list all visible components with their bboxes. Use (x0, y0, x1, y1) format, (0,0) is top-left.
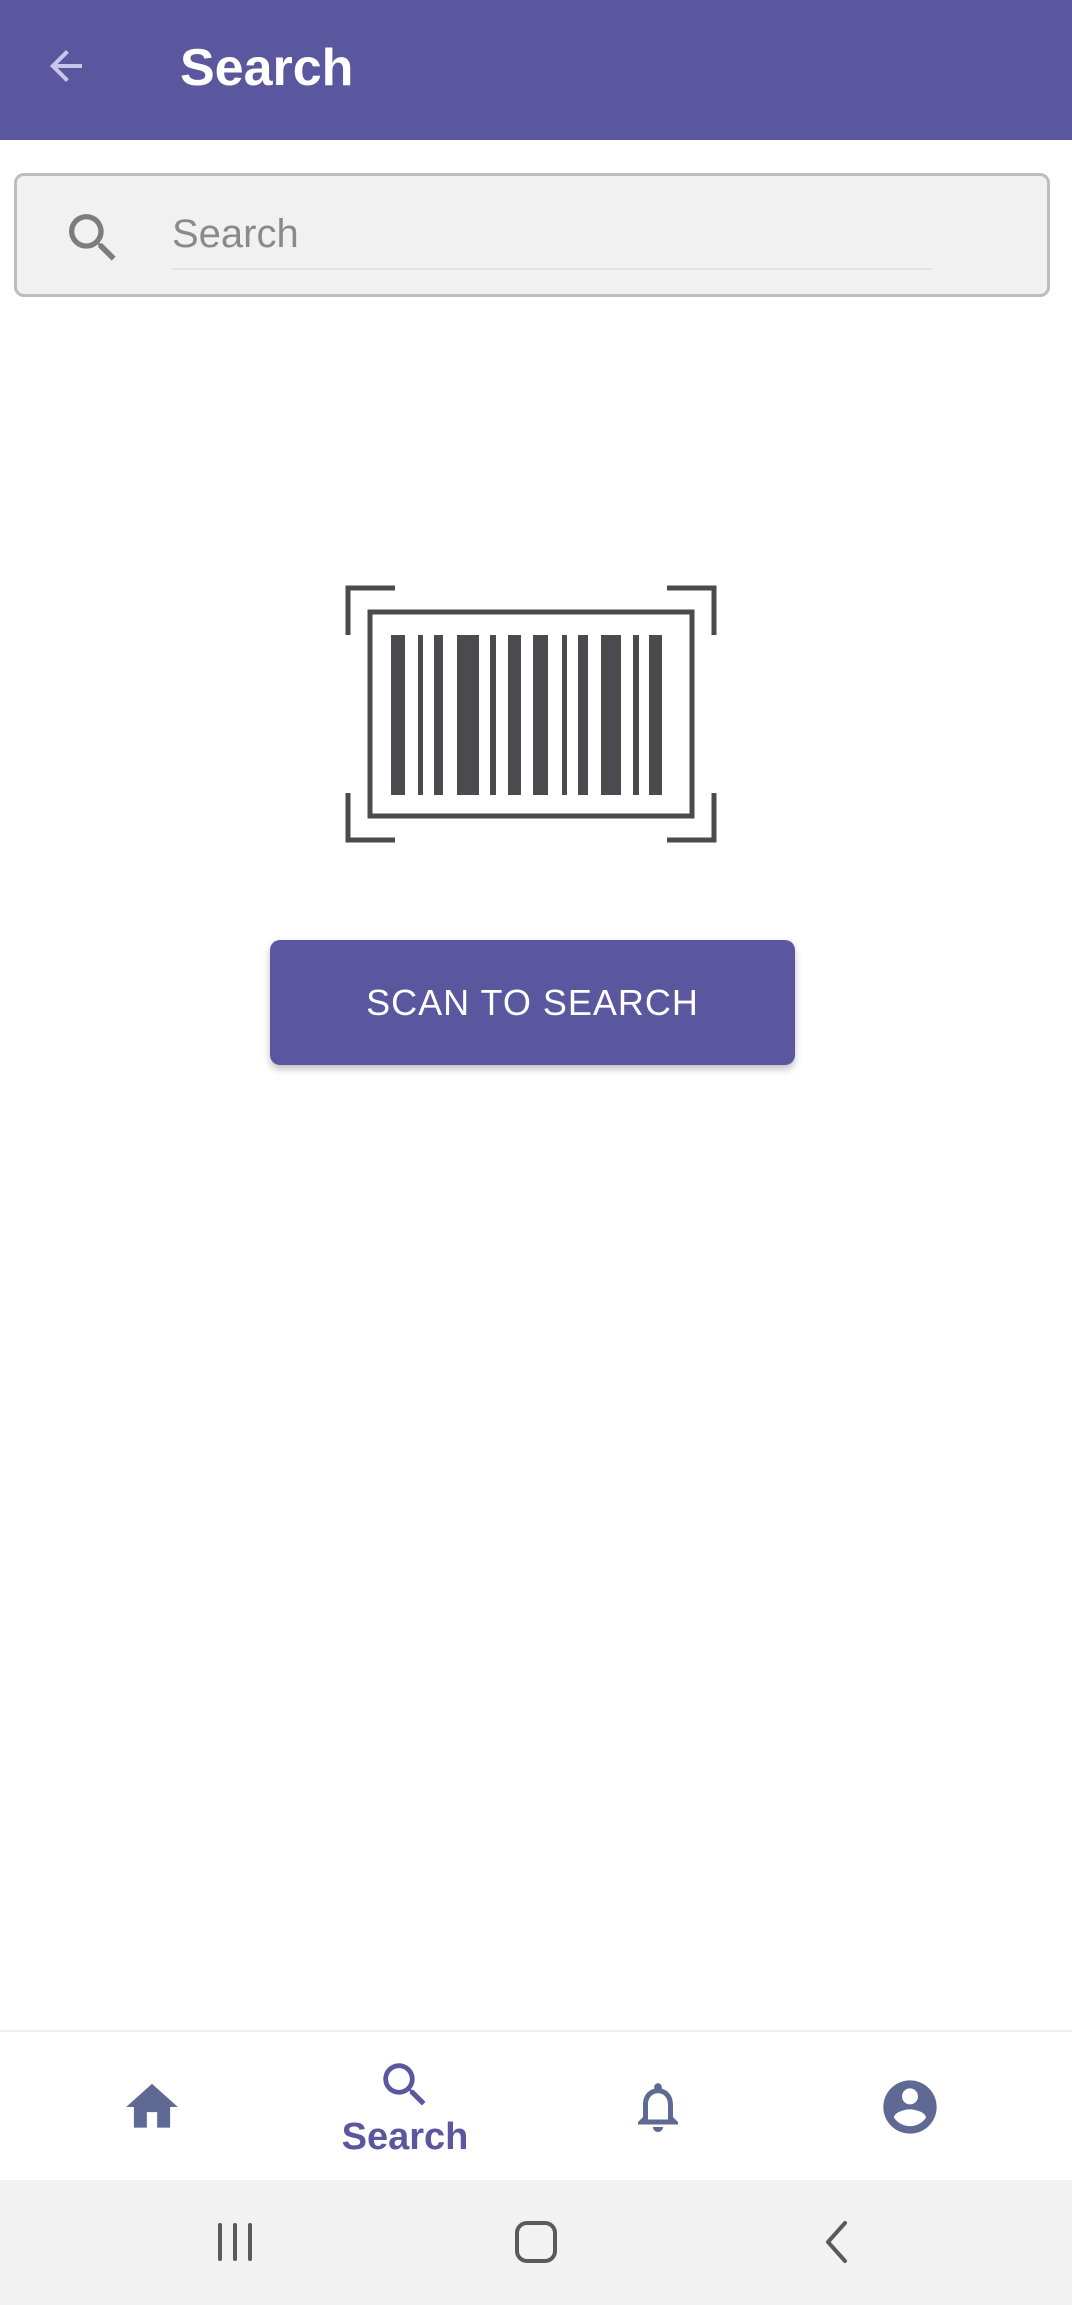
page-title: Search (180, 39, 354, 97)
search-input[interactable] (172, 200, 932, 270)
home-button-icon (515, 2221, 557, 2263)
system-back-button[interactable] (793, 2202, 883, 2282)
recent-apps-icon (218, 2223, 252, 2261)
home-icon (126, 2083, 178, 2128)
home-button[interactable] (491, 2202, 581, 2282)
nav-item-home[interactable] (52, 2032, 252, 2182)
app-header: Search (0, 0, 1072, 140)
account-icon (883, 2080, 937, 2134)
nav-item-account[interactable] (810, 2032, 1010, 2182)
bottom-navigation: Search (0, 2030, 1072, 2180)
nav-label-search: Search (341, 2115, 469, 2158)
barcode-icon (345, 585, 717, 843)
scan-to-search-button[interactable]: SCAN TO SEARCH (270, 940, 795, 1065)
bell-icon (638, 2083, 678, 2132)
search-icon (383, 2062, 426, 2106)
back-icon (826, 2221, 847, 2263)
nav-item-notifications[interactable] (558, 2032, 758, 2182)
search-bar (14, 173, 1050, 297)
back-button[interactable] (36, 36, 96, 96)
search-icon[interactable] (61, 206, 125, 270)
recent-apps-button[interactable] (190, 2202, 280, 2282)
search-screen: Search Search SCAN TO SEARCH Search (0, 0, 1072, 2305)
system-navigation-bar (0, 2180, 1072, 2305)
arrow-left-icon (50, 50, 82, 82)
nav-item-search[interactable]: Search (305, 2032, 505, 2182)
scan-button-label: SCAN TO SEARCH (366, 981, 699, 1023)
